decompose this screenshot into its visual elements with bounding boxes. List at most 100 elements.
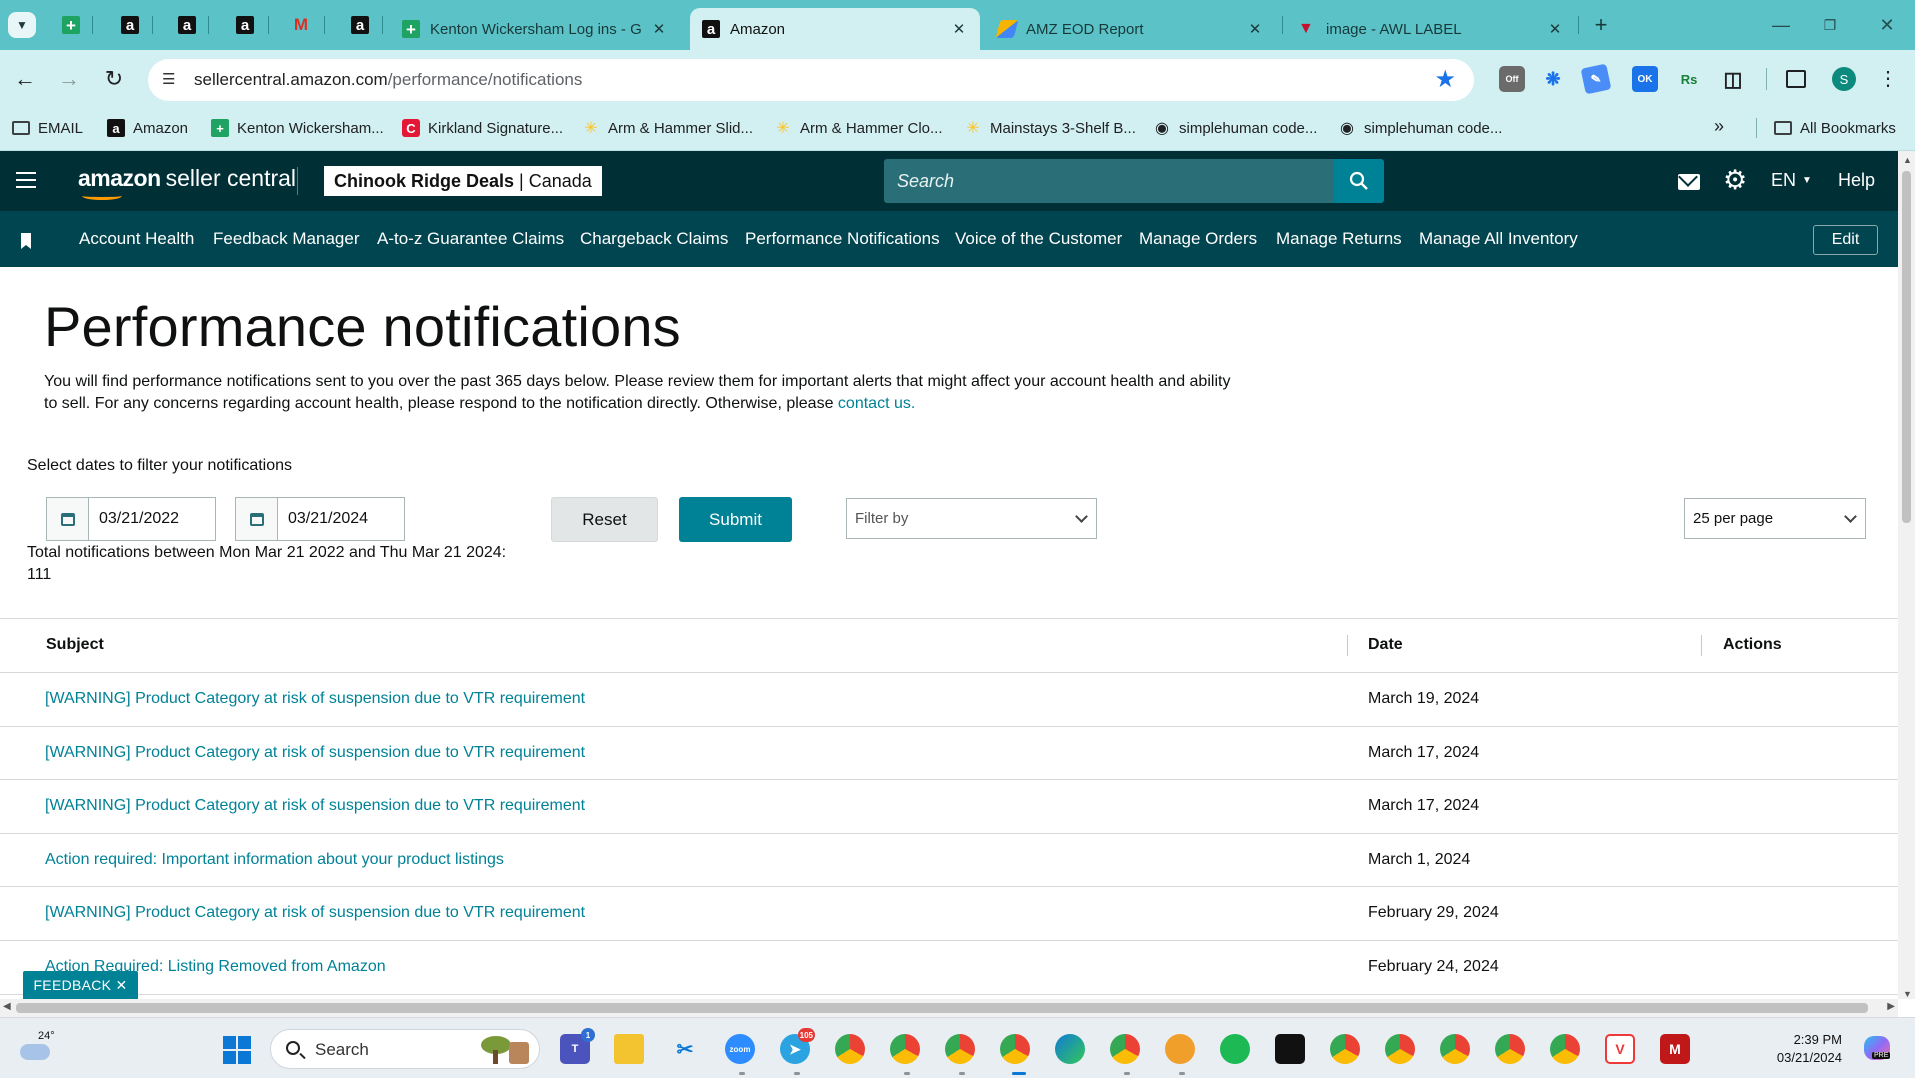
horizontal-scrollbar[interactable]: ◀ ▶: [0, 999, 1898, 1017]
scroll-down-arrow-icon[interactable]: ▼: [1903, 989, 1912, 999]
back-arrow-icon[interactable]: ←: [10, 64, 40, 94]
close-icon[interactable]: ✕: [1246, 20, 1264, 38]
scroll-up-arrow-icon[interactable]: ▲: [1903, 155, 1912, 165]
bookmark-kirkland[interactable]: C Kirkland Signature...: [402, 116, 563, 140]
feedback-button[interactable]: FEEDBACK ✕: [23, 971, 138, 999]
bookmark-star-icon[interactable]: ★: [1434, 65, 1456, 94]
file-explorer-icon[interactable]: [614, 1034, 644, 1064]
restore-icon[interactable]: ❐: [1815, 12, 1845, 38]
weather-widget[interactable]: 24°: [18, 1030, 55, 1062]
notification-subject-link[interactable]: [WARNING] Product Category at risk of su…: [45, 690, 585, 708]
calendar-button[interactable]: [47, 498, 89, 540]
nav-chargeback-claims[interactable]: Chargeback Claims: [580, 229, 728, 249]
nav-performance-notifications[interactable]: Performance Notifications: [745, 229, 940, 249]
snipping-tool-icon[interactable]: ✂: [670, 1034, 700, 1064]
nav-feedback-manager[interactable]: Feedback Manager: [213, 229, 359, 249]
tab-amz-eod-report[interactable]: AMZ EOD Report ✕: [986, 8, 1276, 50]
chrome-active-icon[interactable]: [1000, 1034, 1030, 1064]
bookmark-arm-hammer-slid[interactable]: ✳ Arm & Hammer Slid...: [582, 116, 753, 140]
seller-central-logo[interactable]: amazon seller central: [78, 165, 296, 200]
search-button[interactable]: [1334, 159, 1384, 203]
site-info-icon[interactable]: ☰: [162, 70, 184, 90]
close-icon[interactable]: ✕: [1546, 20, 1564, 38]
pinned-tab-sheets[interactable]: +: [56, 10, 86, 40]
tab-kenton-log-ins[interactable]: + Kenton Wickersham Log ins - G ✕: [390, 8, 680, 50]
contact-us-link[interactable]: contact us.: [838, 395, 915, 412]
pinned-tab-gmail[interactable]: M: [286, 10, 316, 40]
nav-manage-returns[interactable]: Manage Returns: [1276, 229, 1402, 249]
extension-gear-icon[interactable]: ❋: [1540, 66, 1566, 92]
scrollbar-thumb[interactable]: [16, 1003, 1868, 1013]
tab-search-button[interactable]: ▼: [8, 12, 36, 38]
chrome-profile-icon[interactable]: [1110, 1034, 1140, 1064]
help-link[interactable]: Help: [1838, 170, 1875, 191]
address-bar[interactable]: ☰ sellercentral.amazon.com/performance/n…: [148, 59, 1474, 101]
teams-icon[interactable]: T1: [560, 1028, 595, 1064]
chrome-icon[interactable]: [835, 1034, 865, 1064]
more-bookmarks-button[interactable]: »: [1714, 116, 1724, 137]
notification-subject-link[interactable]: [WARNING] Product Category at risk of su…: [45, 797, 585, 815]
pinned-tab-amazon-2[interactable]: a: [172, 10, 202, 40]
reset-button[interactable]: Reset: [551, 497, 658, 542]
vivaldi-icon[interactable]: V: [1605, 1034, 1635, 1064]
chrome-profile-icon[interactable]: [1330, 1034, 1360, 1064]
nav-a-to-z-claims[interactable]: A-to-z Guarantee Claims: [377, 229, 564, 249]
notification-subject-link[interactable]: [WARNING] Product Category at risk of su…: [45, 744, 585, 762]
gear-icon[interactable]: ⚙: [1723, 167, 1747, 194]
edge-icon[interactable]: [1055, 1034, 1085, 1064]
chrome-profile-icon[interactable]: [945, 1034, 975, 1064]
chrome-profile-icon[interactable]: [1495, 1034, 1525, 1064]
bookmark-simplehuman-1[interactable]: ◉ simplehuman code...: [1153, 116, 1317, 140]
end-date-input[interactable]: [280, 498, 404, 540]
nav-account-health[interactable]: Account Health: [79, 229, 194, 249]
pinned-tab-amazon-4[interactable]: a: [345, 10, 375, 40]
close-icon[interactable]: ✕: [950, 20, 968, 38]
per-page-select[interactable]: 25 per page: [1684, 498, 1866, 539]
zoom-icon[interactable]: zoom: [725, 1034, 755, 1064]
notification-subject-link[interactable]: [WARNING] Product Category at risk of su…: [45, 904, 585, 922]
column-date[interactable]: Date: [1368, 636, 1403, 654]
start-date-input[interactable]: [91, 498, 215, 540]
sticky-notes-icon[interactable]: [1275, 1034, 1305, 1064]
bookmark-amazon[interactable]: a Amazon: [107, 116, 188, 140]
scroll-left-arrow-icon[interactable]: ◀: [3, 1001, 11, 1012]
extension-note-icon[interactable]: ✎: [1580, 63, 1612, 95]
taskbar-search[interactable]: Search: [270, 1029, 540, 1069]
browser-menu-icon[interactable]: ⋮: [1878, 66, 1898, 91]
bookmark-kenton[interactable]: + Kenton Wickersham...: [211, 116, 384, 140]
scroll-right-arrow-icon[interactable]: ▶: [1887, 1001, 1895, 1012]
bookmark-arm-hammer-clo[interactable]: ✳ Arm & Hammer Clo...: [774, 116, 942, 140]
close-icon[interactable]: ✕: [650, 20, 668, 38]
nav-voice-of-customer[interactable]: Voice of the Customer: [955, 229, 1122, 249]
scrollbar-thumb[interactable]: [1902, 171, 1911, 523]
spotify-icon[interactable]: [1220, 1034, 1250, 1064]
nav-manage-orders[interactable]: Manage Orders: [1139, 229, 1257, 249]
telegram-icon[interactable]: ➤ 105: [780, 1028, 815, 1064]
submit-button[interactable]: Submit: [679, 497, 792, 542]
store-switcher[interactable]: Chinook Ridge Deals | Canada: [324, 166, 602, 196]
chrome-profile-icon[interactable]: [1550, 1034, 1580, 1064]
all-bookmarks-button[interactable]: All Bookmarks: [1774, 116, 1896, 140]
extension-ok-icon[interactable]: OK: [1632, 66, 1658, 92]
chrome-profile-icon[interactable]: [890, 1034, 920, 1064]
window-close-icon[interactable]: ✕: [1872, 12, 1902, 38]
url-text[interactable]: sellercentral.amazon.com/performance/not…: [194, 70, 582, 90]
app-icon[interactable]: [1165, 1034, 1195, 1064]
chrome-profile-icon[interactable]: [1385, 1034, 1415, 1064]
filter-by-select[interactable]: Filter by: [846, 498, 1097, 539]
bookmark-mainstays[interactable]: ✳ Mainstays 3-Shelf B...: [964, 116, 1136, 140]
new-tab-button[interactable]: +: [1588, 12, 1614, 38]
edit-nav-button[interactable]: Edit: [1813, 225, 1878, 255]
hamburger-menu-icon[interactable]: [16, 172, 36, 188]
copilot-icon[interactable]: PRE: [1862, 1034, 1894, 1064]
extensions-puzzle-icon[interactable]: ◫: [1720, 66, 1746, 92]
reload-icon[interactable]: ↻: [99, 64, 129, 94]
extension-rs-icon[interactable]: Rs: [1676, 66, 1702, 92]
profile-avatar[interactable]: S: [1832, 67, 1856, 91]
bookmark-simplehuman-2[interactable]: ◉ simplehuman code...: [1338, 116, 1502, 140]
vertical-scrollbar[interactable]: ▲ ▼: [1898, 151, 1915, 999]
side-panel-icon[interactable]: [1786, 70, 1806, 88]
calendar-button[interactable]: [236, 498, 278, 540]
tab-amazon[interactable]: a Amazon ✕: [690, 8, 980, 50]
bookmark-email[interactable]: EMAIL: [12, 116, 83, 140]
